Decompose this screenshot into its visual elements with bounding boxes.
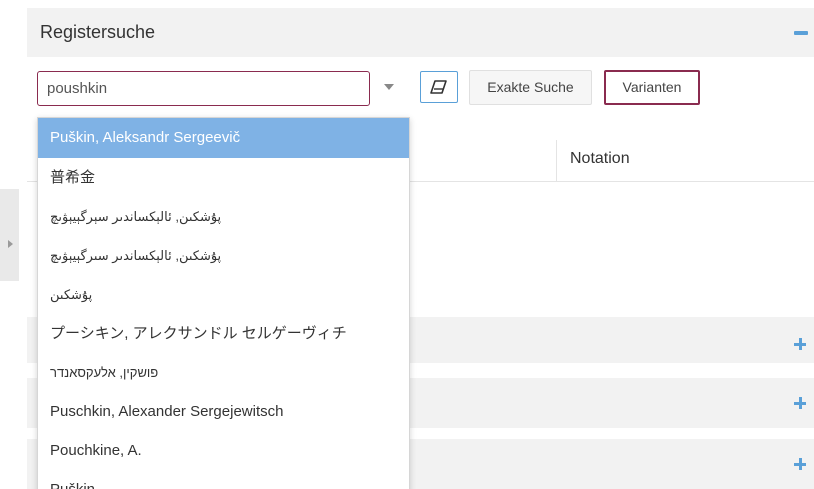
suggestion-item[interactable]: פושקין, אלעקסאנדר	[38, 353, 409, 392]
eraser-icon	[430, 80, 447, 94]
suggestion-item[interactable]: 普希金	[38, 158, 409, 197]
suggestion-item[interactable]: Pouchkine, A.	[38, 431, 409, 470]
suggestion-item[interactable]: Puškin, Aleksandr Sergeevič	[38, 118, 409, 158]
sidebar-toggle-handle[interactable]	[0, 189, 19, 281]
plus-icon[interactable]	[794, 338, 806, 350]
suggestion-item[interactable]: プーシキン, アレクサンドル セルゲーヴィチ	[38, 314, 409, 353]
search-input[interactable]	[37, 71, 370, 106]
clear-search-button[interactable]	[420, 71, 458, 103]
exact-search-button[interactable]: Exakte Suche	[469, 70, 592, 105]
panel-title: Registersuche	[40, 22, 156, 42]
plus-icon[interactable]	[794, 458, 806, 470]
minus-icon[interactable]	[794, 31, 808, 35]
suggestion-item[interactable]: Puschkin, Alexander Sergejewitsch	[38, 392, 409, 431]
suggestion-item[interactable]: Puškin	[38, 470, 409, 489]
notation-column-header[interactable]: Notation	[570, 150, 630, 168]
suggestion-item[interactable]: پۇشكىن, ئالېكساندىر سىرگېيېۋىچ	[38, 236, 409, 275]
column-separator	[556, 140, 557, 181]
chevron-down-icon[interactable]	[384, 84, 394, 90]
variants-button[interactable]: Varianten	[604, 70, 700, 105]
suggestion-item[interactable]: پۇشكىن, ئالېكساندىر سېرگېيېۋىچ	[38, 197, 409, 236]
autocomplete-dropdown: Puškin, Aleksandr Sergeevič 普希金 پۇشكىن, …	[37, 117, 410, 489]
caret-right-icon[interactable]	[8, 240, 13, 248]
register-search-panel-header[interactable]: Registersuche	[27, 8, 814, 57]
plus-icon[interactable]	[794, 397, 806, 409]
suggestion-item[interactable]: پۇشكىن	[38, 275, 409, 314]
